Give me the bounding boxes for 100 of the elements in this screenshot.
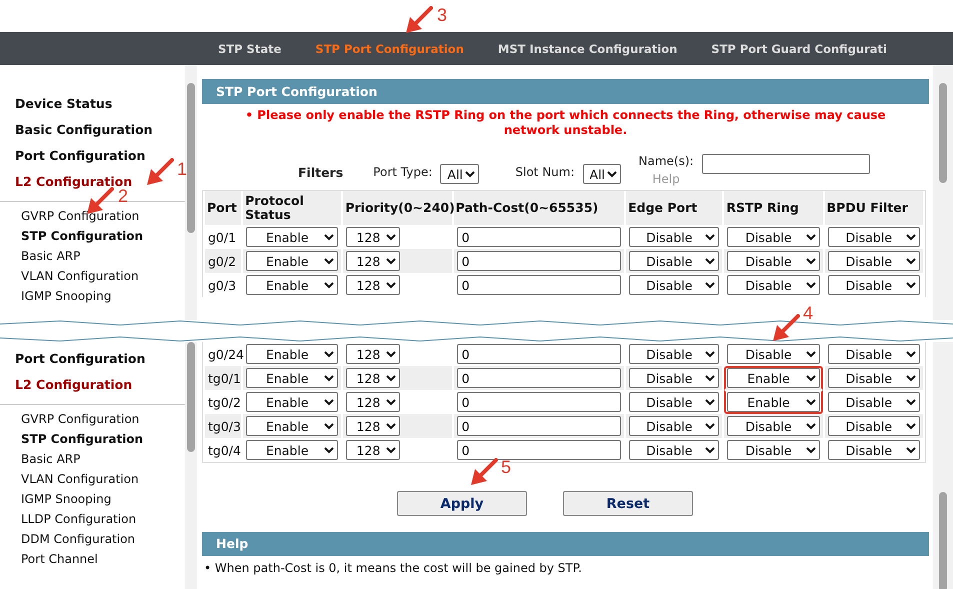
- dropdown[interactable]: 128: [346, 416, 400, 436]
- menu-item[interactable]: Basic Configuration: [15, 117, 153, 143]
- dropdown[interactable]: 128: [346, 344, 400, 364]
- scrollbar[interactable]: [185, 342, 197, 589]
- annotation-arrow: [405, 6, 433, 34]
- dropdown[interactable]: Disable: [727, 251, 820, 271]
- column-header: Edge Port: [626, 191, 722, 225]
- reset-button[interactable]: Reset: [563, 491, 693, 516]
- slot-num-label: Slot Num:: [515, 165, 575, 179]
- input-field[interactable]: 0: [456, 344, 622, 364]
- dropdown[interactable]: Disable: [727, 227, 820, 247]
- panel-header: STP Port Configuration: [202, 79, 929, 104]
- dropdown[interactable]: Enable: [727, 368, 820, 388]
- names-label: Name(s):: [638, 154, 694, 168]
- dropdown[interactable]: Disable: [629, 440, 720, 460]
- dropdown[interactable]: Enable: [246, 275, 338, 295]
- submenu-item[interactable]: STP Configuration: [21, 226, 144, 246]
- scrollbar[interactable]: [933, 65, 953, 320]
- apply-button[interactable]: Apply: [397, 491, 527, 516]
- annotation-number: 5: [501, 458, 512, 476]
- dropdown[interactable]: Disable: [629, 416, 720, 436]
- dropdown[interactable]: Enable: [246, 251, 338, 271]
- input-field[interactable]: 0: [456, 392, 622, 412]
- submenu-item[interactable]: Port Channel: [21, 549, 98, 569]
- dropdown[interactable]: Disable: [727, 275, 820, 295]
- menu-item[interactable]: Port Configuration: [15, 346, 146, 372]
- menu-item[interactable]: Device Status: [15, 91, 112, 117]
- port-type-label: Port Type:: [373, 165, 432, 179]
- dropdown[interactable]: 128: [346, 440, 400, 460]
- help-header: Help: [202, 532, 929, 556]
- nav-tab[interactable]: STP Port Guard Configurati: [711, 42, 887, 56]
- dropdown[interactable]: Disable: [629, 344, 720, 364]
- column-header: Port: [205, 191, 242, 225]
- scrollbar[interactable]: [933, 342, 953, 589]
- submenu-item[interactable]: IGMP Snooping: [21, 286, 112, 306]
- dropdown[interactable]: Enable: [246, 416, 338, 436]
- submenu-item[interactable]: GVRP Configuration: [21, 206, 140, 226]
- input-field[interactable]: 0: [456, 440, 622, 460]
- dropdown[interactable]: 128: [346, 227, 400, 247]
- help-text: • When path-Cost is 0, it means the cost will be gained by STP.: [203, 560, 583, 575]
- column-header: Protocol Status: [243, 191, 342, 225]
- names-input[interactable]: [702, 154, 870, 174]
- dropdown[interactable]: 128: [346, 251, 400, 271]
- dropdown[interactable]: Enable: [727, 392, 820, 412]
- port-cell: g0/2: [205, 249, 242, 273]
- menu-item[interactable]: L2 Configuration: [15, 372, 132, 398]
- column-header: BPDU Filter: [824, 191, 923, 225]
- dropdown[interactable]: 128: [346, 392, 400, 412]
- input-field[interactable]: 0: [456, 227, 622, 247]
- dropdown[interactable]: Disable: [727, 344, 820, 364]
- column-header: Path-Cost(0~65535): [454, 191, 624, 225]
- dropdown[interactable]: Disable: [629, 275, 720, 295]
- dropdown[interactable]: 128: [346, 275, 400, 295]
- submenu-item[interactable]: STP Configuration: [21, 429, 144, 449]
- menu-item[interactable]: Port Configuration: [15, 143, 146, 169]
- scrollbar[interactable]: [185, 65, 197, 320]
- dropdown[interactable]: Enable: [246, 227, 338, 247]
- dropdown[interactable]: Disable: [828, 344, 920, 364]
- dropdown[interactable]: Disable: [629, 251, 720, 271]
- input-field[interactable]: 0: [456, 275, 622, 295]
- dropdown[interactable]: Enable: [246, 440, 338, 460]
- dropdown[interactable]: Disable: [828, 416, 920, 436]
- submenu-item[interactable]: Basic ARP: [21, 246, 80, 266]
- annotation-arrow: [146, 158, 174, 186]
- nav-tab[interactable]: STP State: [218, 42, 282, 56]
- nav-tab[interactable]: MST Instance Configuration: [498, 42, 678, 56]
- submenu-item[interactable]: DDM Configuration: [21, 529, 136, 549]
- dropdown[interactable]: Disable: [828, 440, 920, 460]
- port-cell: tg0/3: [205, 414, 242, 438]
- dropdown[interactable]: Disable: [629, 392, 720, 412]
- submenu-item[interactable]: VLAN Configuration: [21, 469, 139, 489]
- annotation-number: 2: [118, 187, 128, 205]
- dropdown[interactable]: Disable: [828, 368, 920, 388]
- dropdown[interactable]: Enable: [246, 344, 338, 364]
- port-type-dropdown[interactable]: All: [440, 164, 480, 184]
- dropdown[interactable]: Disable: [828, 227, 920, 247]
- dropdown[interactable]: Disable: [828, 251, 920, 271]
- submenu-item[interactable]: GVRP Configuration: [21, 409, 140, 429]
- input-field[interactable]: 0: [456, 416, 622, 436]
- dropdown[interactable]: Disable: [828, 392, 920, 412]
- input-field[interactable]: 0: [456, 251, 622, 271]
- dropdown[interactable]: Enable: [246, 392, 338, 412]
- dropdown[interactable]: Disable: [629, 368, 720, 388]
- port-cell: tg0/1: [205, 366, 242, 390]
- submenu-item[interactable]: Basic ARP: [21, 449, 80, 469]
- slot-num-dropdown[interactable]: All: [582, 164, 621, 184]
- dropdown[interactable]: Disable: [828, 275, 920, 295]
- submenu-item[interactable]: VLAN Configuration: [21, 266, 139, 286]
- annotation-number: 3: [437, 6, 448, 24]
- dropdown[interactable]: 128: [346, 368, 400, 388]
- annotation-arrow: [772, 314, 800, 342]
- dropdown[interactable]: Enable: [246, 368, 338, 388]
- dropdown[interactable]: Disable: [629, 227, 720, 247]
- dropdown[interactable]: Disable: [727, 440, 820, 460]
- annotation-number: 1: [177, 160, 188, 178]
- input-field[interactable]: 0: [456, 368, 622, 388]
- dropdown[interactable]: Disable: [727, 416, 820, 436]
- submenu-item[interactable]: LLDP Configuration: [21, 509, 136, 529]
- submenu-item[interactable]: IGMP Snooping: [21, 489, 112, 509]
- column-header: RSTP Ring: [724, 191, 823, 225]
